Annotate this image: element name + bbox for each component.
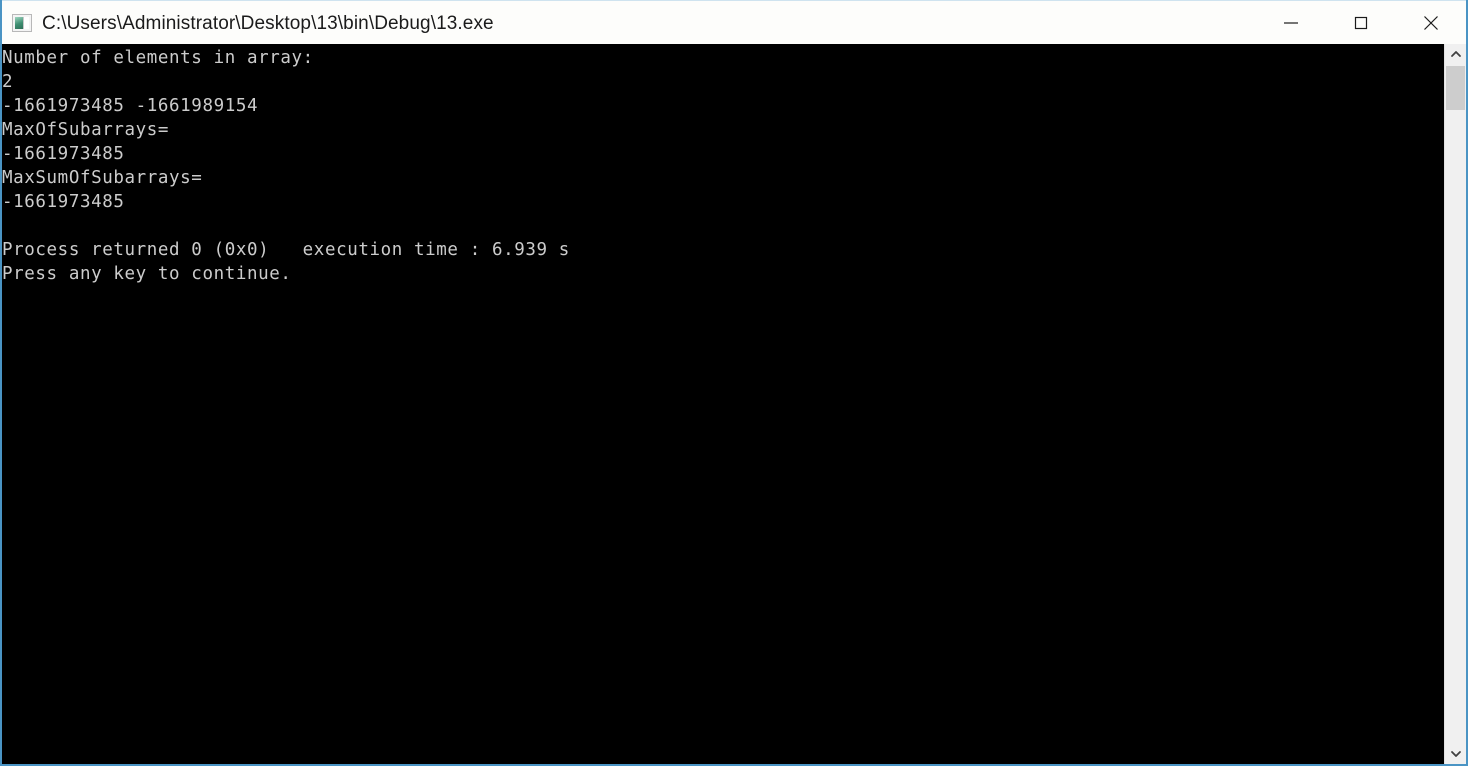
scrollbar-track[interactable] [1445,64,1466,744]
vertical-scrollbar[interactable] [1444,44,1466,764]
chevron-down-icon [1450,751,1461,757]
console-window: C:\Users\Administrator\Desktop\13\bin\De… [0,0,1468,766]
console-app-icon-page [23,17,29,29]
close-button[interactable] [1396,1,1466,45]
console-app-icon[interactable] [12,14,32,32]
console-app-icon-screen [15,17,23,29]
close-icon [1424,16,1438,30]
maximize-icon [1354,16,1368,30]
caption-button-group [1256,1,1466,45]
window-title: C:\Users\Administrator\Desktop\13\bin\De… [42,12,494,34]
scrollbar-down-button[interactable] [1445,744,1466,764]
console-output-area[interactable]: Number of elements in array: 2 -16619734… [2,44,1466,764]
maximize-button[interactable] [1326,1,1396,45]
scrollbar-thumb[interactable] [1446,66,1465,110]
scrollbar-up-button[interactable] [1445,44,1466,64]
minimize-button[interactable] [1256,1,1326,45]
chevron-up-icon [1450,51,1461,57]
title-bar[interactable]: C:\Users\Administrator\Desktop\13\bin\De… [2,0,1466,45]
console-output-text: Number of elements in array: 2 -16619734… [2,48,570,284]
minimize-icon [1284,22,1298,24]
